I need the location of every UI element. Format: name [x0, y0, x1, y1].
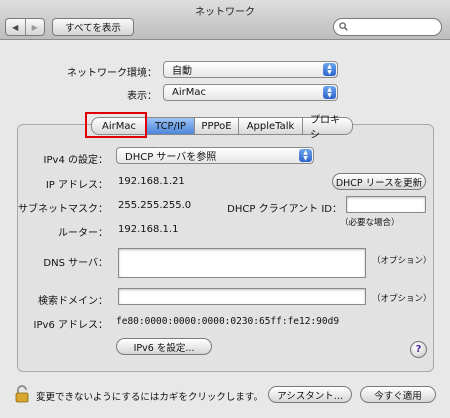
location-label: ネットワーク環境：	[67, 68, 157, 79]
search-icon	[339, 22, 348, 31]
help-button[interactable]: ?	[410, 341, 427, 358]
back-arrow-icon[interactable]: ◀	[6, 19, 25, 35]
tab-proxy[interactable]: プロキシ	[303, 115, 353, 141]
dhcp-client-id-label: DHCP クライアント ID：	[227, 204, 342, 215]
search-domain-label: 検索ドメイン：	[38, 296, 108, 307]
dns-servers-field[interactable]	[118, 248, 366, 278]
ipv6-label: IPv6 アドレス：	[33, 320, 108, 331]
window-titlebar: ネットワーク ◀ ▶ すべてを表示	[0, 0, 450, 40]
dns-hint: （オプション）	[372, 256, 432, 266]
window-title: ネットワーク	[195, 7, 255, 18]
show-all-button[interactable]: すべてを表示	[52, 18, 134, 36]
search-domain-field[interactable]	[118, 288, 366, 305]
forward-arrow-icon[interactable]: ▶	[24, 19, 45, 35]
ipv6-value: fe80:0000:0000:0000:0230:65ff:fe12:90d9	[116, 316, 340, 327]
popup-arrows-icon: ▲ ▼	[323, 86, 336, 99]
dhcp-client-id-field[interactable]	[346, 196, 426, 213]
nav-back-forward: ◀ ▶	[5, 18, 45, 36]
dns-label: DNS サーバ：	[43, 258, 108, 269]
search-input[interactable]	[333, 18, 442, 36]
assistant-button[interactable]: アシスタント...	[268, 386, 352, 403]
search-domain-hint: （オプション）	[372, 294, 432, 304]
router-value: 192.168.1.1	[118, 224, 179, 235]
ip-address-value: 192.168.1.21	[118, 176, 185, 187]
popup-arrows-icon: ▲ ▼	[323, 63, 336, 76]
show-popup[interactable]: AirMac ▲ ▼	[163, 84, 338, 101]
lock-icon[interactable]	[15, 385, 29, 403]
apply-now-button[interactable]: 今すぐ適用	[360, 386, 436, 403]
subnet-value: 255.255.255.0	[118, 200, 192, 211]
popup-arrows-icon: ▲ ▼	[299, 149, 312, 162]
highlight-annotation	[85, 112, 147, 138]
ipv4-label: IPv4 の設定：	[43, 155, 108, 166]
configure-ipv6-button[interactable]: IPv6 を設定...	[116, 338, 212, 355]
tab-appletalk[interactable]: AppleTalk	[239, 117, 303, 135]
renew-dhcp-button[interactable]: DHCP リースを更新	[332, 173, 426, 190]
lock-message: 変更できないようにするにはカギをクリックします。	[36, 392, 263, 403]
location-popup[interactable]: 自動 ▲ ▼	[163, 61, 338, 78]
tab-pppoe[interactable]: PPPoE	[195, 117, 239, 135]
ip-address-label: IP アドレス：	[45, 180, 108, 191]
location-value: 自動	[172, 66, 192, 77]
tab-tcpip[interactable]: TCP/IP	[147, 117, 195, 135]
router-label: ルーター：	[58, 228, 108, 239]
dhcp-client-id-hint: （必要な場合）	[340, 218, 400, 228]
ipv4-value: DHCP サーバを参照	[125, 152, 217, 163]
show-value: AirMac	[172, 87, 206, 98]
show-label: 表示：	[127, 91, 157, 102]
subnet-label: サブネットマスク：	[18, 204, 108, 215]
ipv4-popup[interactable]: DHCP サーバを参照 ▲ ▼	[116, 147, 314, 164]
